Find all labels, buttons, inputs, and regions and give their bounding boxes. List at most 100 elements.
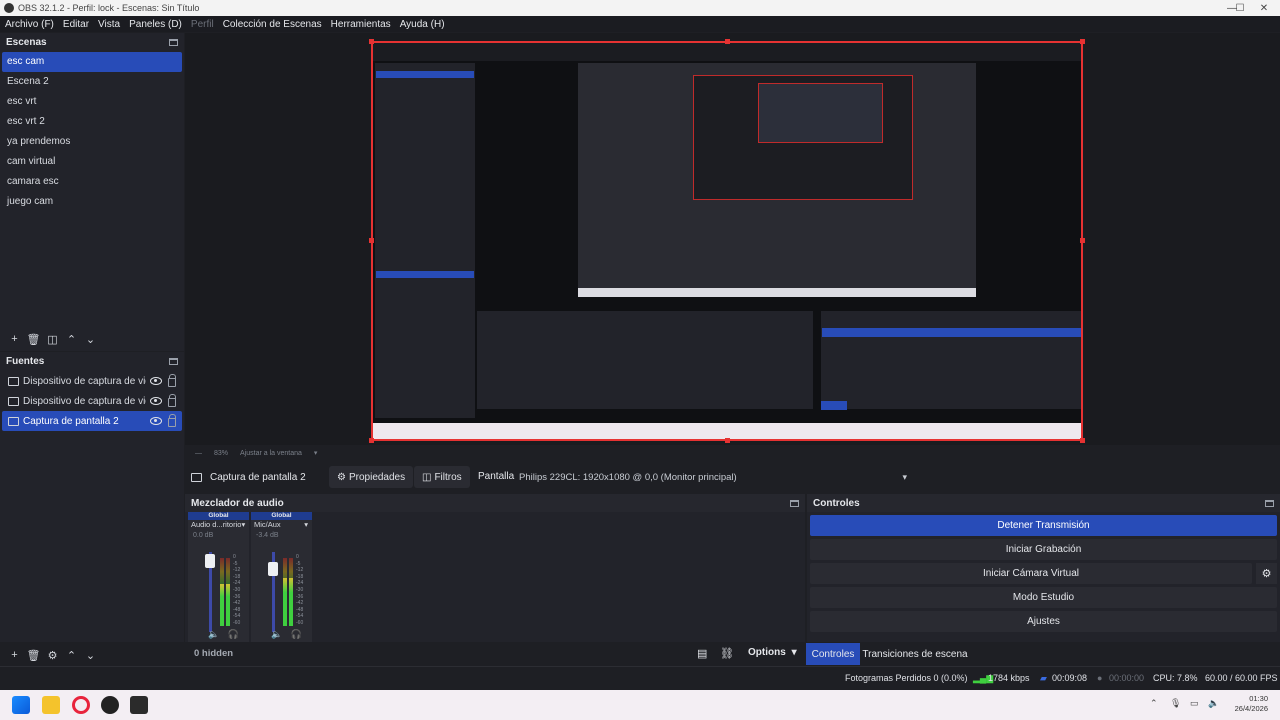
- undock-icon[interactable]: [1265, 499, 1274, 507]
- start-virtual-camera-button[interactable]: Iniciar Cámara Virtual: [810, 563, 1252, 584]
- meter-tick-label: 0: [296, 554, 299, 560]
- chevron-down-icon: ▾: [902, 471, 907, 482]
- lock-icon[interactable]: [168, 413, 176, 427]
- display-select[interactable]: Philips 229CL: 1920x1080 @ 0,0 (Monitor …: [515, 467, 915, 487]
- undock-icon[interactable]: [169, 357, 178, 365]
- lock-icon[interactable]: [168, 373, 176, 387]
- source-item[interactable]: Dispositivo de captura de video: [2, 371, 182, 391]
- studio-mode-button[interactable]: Modo Estudio: [810, 587, 1277, 608]
- network-icon[interactable]: ▭: [1190, 698, 1199, 709]
- speaker-icon[interactable]: 🔈: [271, 629, 282, 639]
- scene-item[interactable]: camara esc: [2, 172, 182, 192]
- channel-scope: Global: [188, 512, 249, 520]
- close-button[interactable]: ✕: [1248, 0, 1280, 16]
- chevron-up-icon[interactable]: ⌃: [1150, 698, 1158, 709]
- headphones-icon[interactable]: 🎧: [228, 629, 239, 639]
- menu-scene-collection[interactable]: Colección de Escenas: [223, 19, 322, 30]
- scene-item[interactable]: ya prendemos: [2, 132, 182, 152]
- sources-header: Fuentes: [0, 352, 184, 370]
- layout-icon[interactable]: ▤: [697, 647, 707, 660]
- lock-icon[interactable]: [168, 393, 176, 407]
- headphones-icon[interactable]: 🎧: [291, 629, 302, 639]
- bitrate: 1784 kbps: [988, 673, 1030, 683]
- volume-slider-handle[interactable]: [268, 562, 278, 576]
- scene-filters-icon[interactable]: ◫: [43, 331, 62, 347]
- meter-tick-label: -42: [296, 600, 304, 607]
- link-icon[interactable]: ⛓: [720, 647, 734, 660]
- filters-icon: ◫: [422, 471, 432, 483]
- start-recording-button[interactable]: Iniciar Grabación: [810, 539, 1277, 560]
- menu-help[interactable]: Ayuda (H): [400, 19, 445, 30]
- channel-icons: 🔈 🎧: [208, 629, 239, 640]
- source-item[interactable]: Dispositivo de captura de video: [2, 391, 182, 411]
- opera-icon[interactable]: [72, 696, 90, 714]
- remove-scene-icon[interactable]: 🗑: [24, 331, 43, 347]
- move-up-icon[interactable]: ⌃: [62, 331, 81, 347]
- channel-name[interactable]: Mic/Aux ▾: [251, 520, 312, 530]
- visibility-eye-icon[interactable]: [150, 397, 162, 405]
- meter-tick-label: -30: [233, 586, 241, 593]
- scene-item[interactable]: esc vrt 2: [2, 112, 182, 132]
- menu-view[interactable]: Vista: [98, 19, 120, 30]
- chevron-down-icon: ▾: [791, 647, 797, 658]
- windows-start-icon[interactable]: [12, 696, 30, 714]
- audio-channel: Global Audio d...ritorio ▾ 0.0 dB 0 -5 -12…: [188, 512, 249, 642]
- menu-file[interactable]: Archivo (F): [5, 19, 54, 30]
- clock[interactable]: 01:30 26/4/2026: [1235, 694, 1268, 714]
- scene-item[interactable]: juego cam: [2, 192, 182, 212]
- scene-item[interactable]: cam virtual: [2, 152, 182, 172]
- chevron-down-icon[interactable]: ▾: [314, 449, 318, 457]
- level-meter-right: [226, 558, 230, 626]
- speaker-icon[interactable]: 🔈: [1208, 698, 1219, 709]
- gear-icon[interactable]: ⚙: [1256, 563, 1277, 584]
- move-down-icon[interactable]: ⌄: [81, 331, 100, 347]
- menu-docks[interactable]: Paneles (D): [129, 19, 182, 30]
- mic-icon[interactable]: 🎙: [1170, 698, 1181, 709]
- gear-icon[interactable]: ⚙: [43, 647, 62, 663]
- volume-slider-handle[interactable]: [205, 554, 215, 568]
- menu-edit[interactable]: Editar: [63, 19, 89, 30]
- preview-area[interactable]: [185, 33, 1280, 445]
- options-menu[interactable]: Options ▾: [748, 647, 797, 658]
- scene-item[interactable]: esc cam: [2, 52, 182, 72]
- source-label: Captura de pantalla 2: [23, 415, 119, 427]
- undock-icon[interactable]: [790, 499, 799, 507]
- scene-item[interactable]: Escena 2: [2, 72, 182, 92]
- settings-button[interactable]: Ajustes: [810, 611, 1277, 632]
- visibility-eye-icon[interactable]: [150, 377, 162, 385]
- menu-tools[interactable]: Herramientas: [331, 19, 391, 30]
- tab-scene-transitions[interactable]: Transiciones de escena: [862, 643, 968, 665]
- obs-icon[interactable]: [101, 696, 119, 714]
- zoom-fit-select[interactable]: Ajustar a la ventana: [240, 450, 302, 457]
- zoom-value[interactable]: 83%: [214, 450, 228, 457]
- meter-tick-label: -60: [233, 619, 241, 626]
- source-item[interactable]: Captura de pantalla 2: [2, 411, 182, 431]
- meter-tick-label: -54: [296, 613, 304, 620]
- add-icon[interactable]: +: [5, 647, 24, 663]
- move-down-icon[interactable]: ⌄: [81, 647, 100, 663]
- move-up-icon[interactable]: ⌃: [62, 647, 81, 663]
- dock-bar: + 🗑 ⚙ ⌃ ⌄ 0 hidden ▤ ⛓ Options ▾ Control…: [0, 643, 1280, 665]
- properties-label: Propiedades: [348, 471, 406, 483]
- stop-streaming-button[interactable]: Detener Transmisión: [810, 515, 1277, 536]
- menu-profile[interactable]: Perfil: [191, 19, 214, 30]
- zoom-out-icon[interactable]: —: [195, 450, 202, 457]
- properties-button[interactable]: ⚙ Propiedades: [329, 466, 414, 488]
- file-explorer-icon[interactable]: [42, 696, 60, 714]
- add-scene-icon[interactable]: +: [5, 331, 24, 347]
- volume-meter: 0 -5 -12 -18 -24 -30 -36 -42 -48 -54 -60: [263, 552, 309, 634]
- remove-icon[interactable]: 🗑: [24, 647, 43, 663]
- visibility-eye-icon[interactable]: [150, 417, 162, 425]
- scene-item[interactable]: esc vrt: [2, 92, 182, 112]
- preview-canvas[interactable]: [371, 41, 1083, 441]
- channel-name[interactable]: Audio d...ritorio ▾: [188, 520, 249, 530]
- terminal-icon[interactable]: [130, 696, 148, 714]
- tab-controls[interactable]: Controles: [806, 643, 860, 665]
- filters-button[interactable]: ◫ Filtros: [414, 466, 470, 488]
- undock-icon[interactable]: [169, 38, 178, 46]
- hidden-count[interactable]: 0 hidden: [194, 648, 233, 659]
- selected-source-label: Captura de pantalla 2: [210, 471, 306, 483]
- maximize-button[interactable]: ☐: [1232, 0, 1248, 16]
- speaker-icon[interactable]: 🔈: [208, 629, 219, 639]
- mixer-header: Mezclador de audio: [185, 494, 805, 512]
